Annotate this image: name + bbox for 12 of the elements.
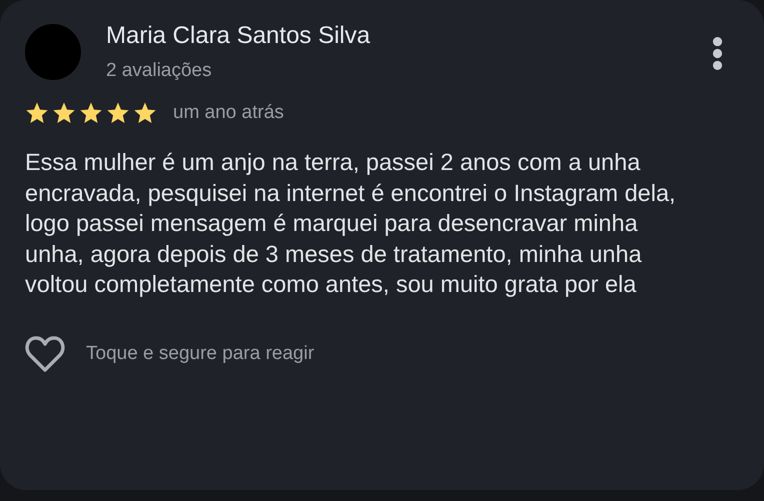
star-icon xyxy=(79,101,103,125)
more-options-icon[interactable] xyxy=(712,37,723,70)
review-text: Essa mulher é um anjo na terra, passei 2 anos com a unha encravada, pesquisei na internet é encontrei o Instagram dela, logo passei mensagem é marquei para desencravar minha unha, agora depois de 3 meses de tratamento, minha unha voltou completamente como antes, sou muito grata por ela xyxy=(25,148,677,299)
heart-icon[interactable] xyxy=(25,334,65,372)
star-icon xyxy=(52,101,76,125)
review-time: um ano atrás xyxy=(173,102,284,124)
reaction-hint[interactable]: Toque e segure para reagir xyxy=(86,342,314,364)
star-icon xyxy=(106,101,130,125)
author-name[interactable]: Maria Clara Santos Silva xyxy=(106,22,712,50)
review-count: 2 avaliações xyxy=(106,59,213,83)
star-icon xyxy=(25,101,49,125)
star-icon xyxy=(133,101,157,125)
